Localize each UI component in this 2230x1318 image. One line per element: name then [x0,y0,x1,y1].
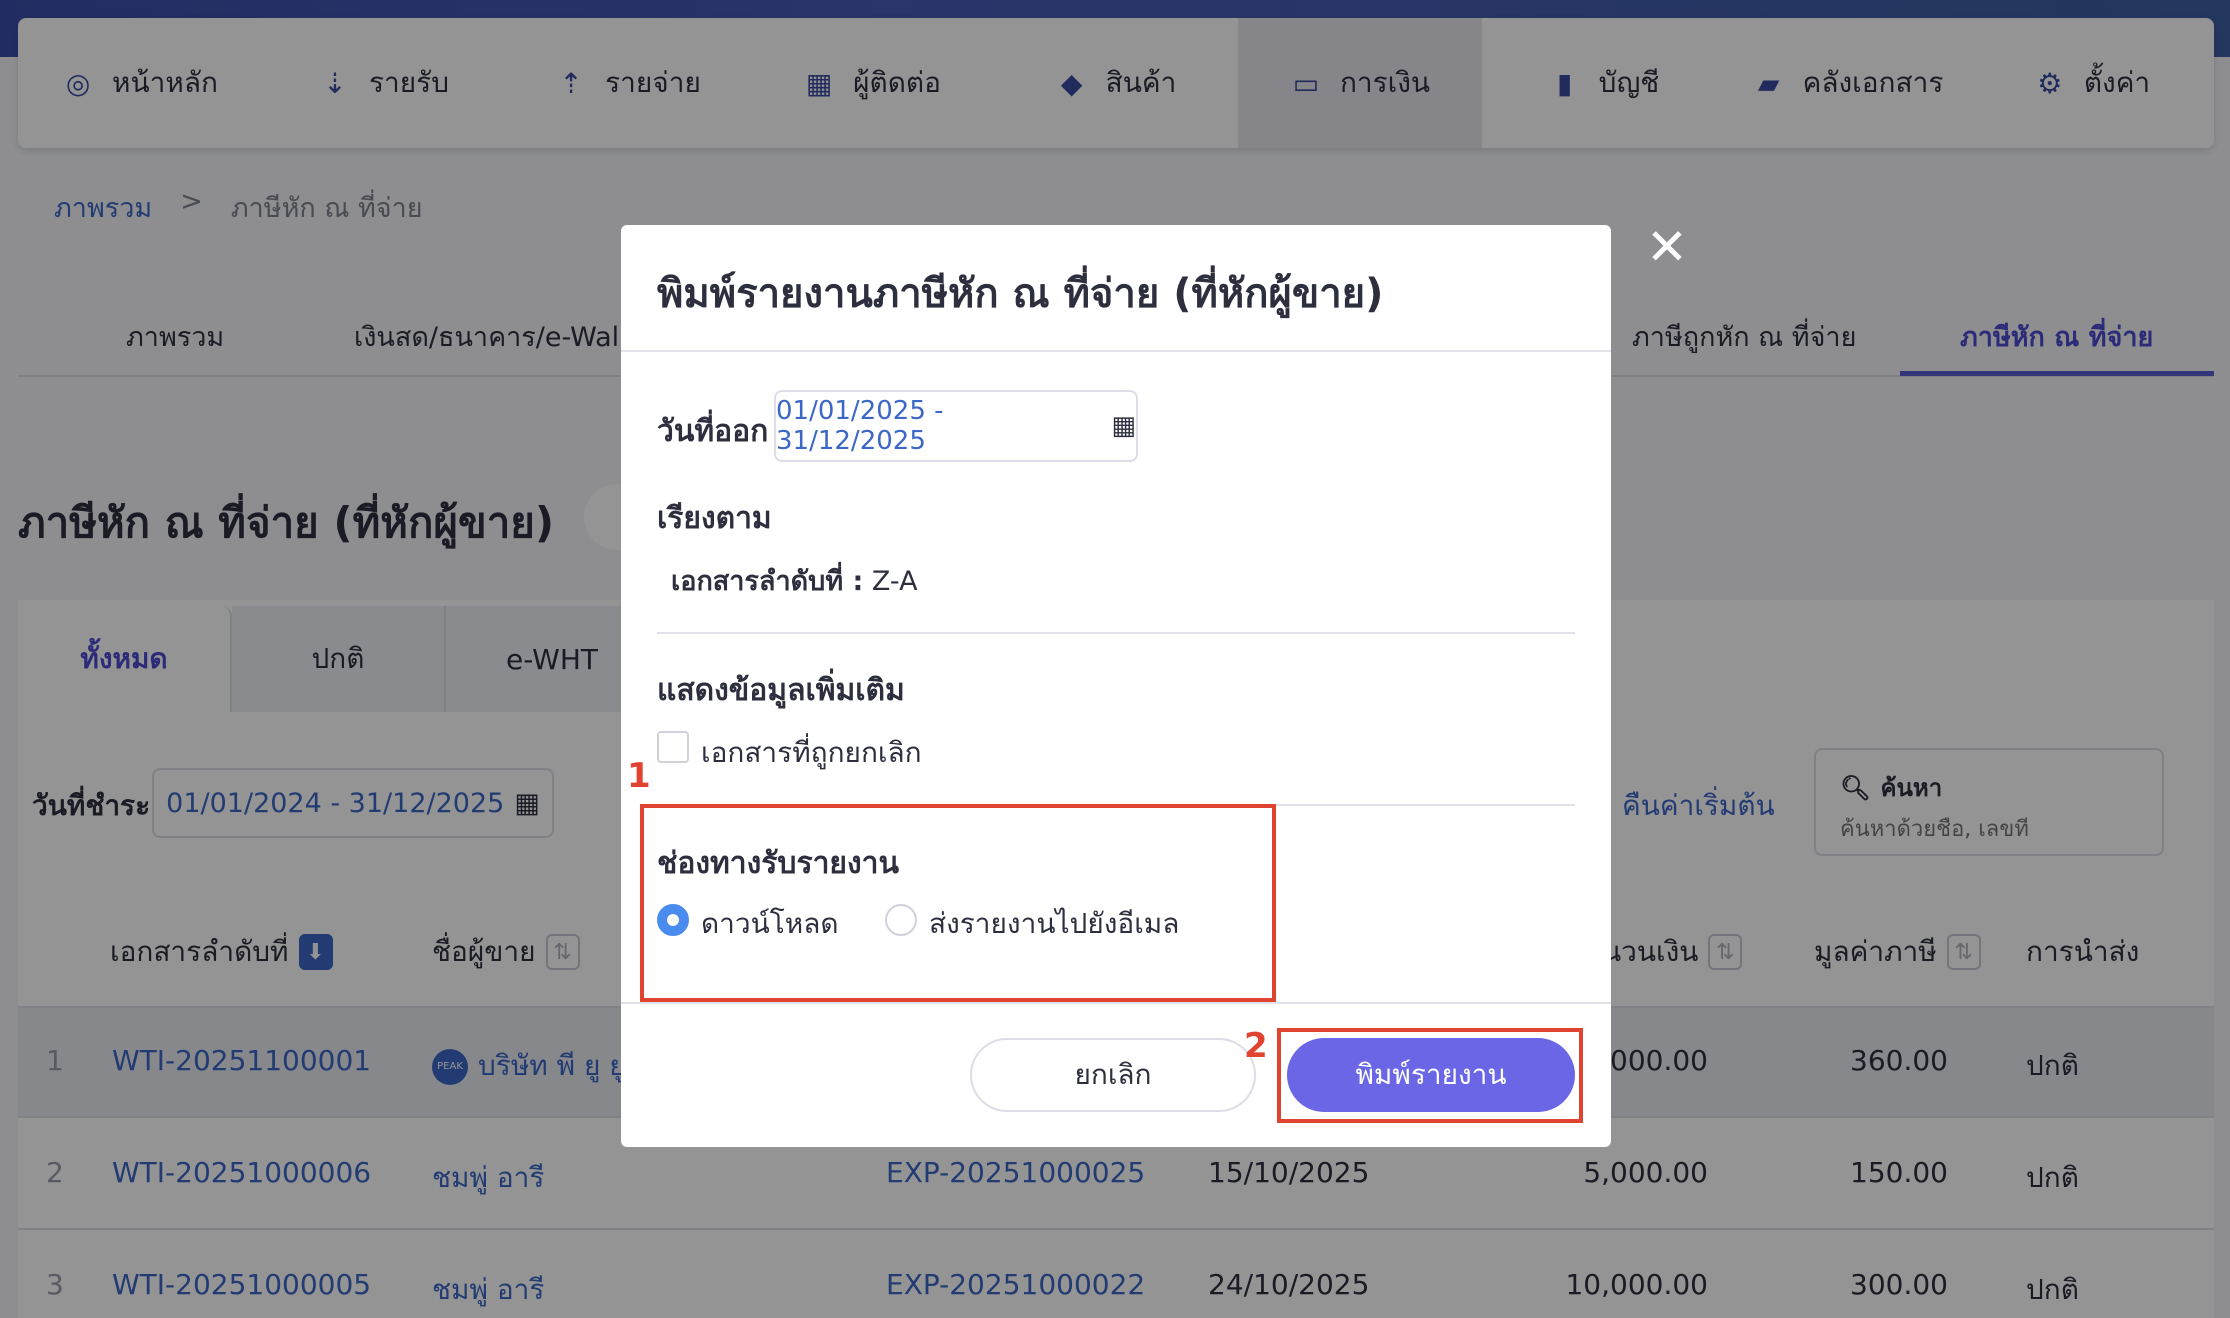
calendar-icon: ▦ [1111,411,1136,441]
modal-header-divider [621,350,1611,352]
issue-date-value: 01/01/2025 - 31/12/2025 [776,396,944,456]
sort-section-label: เรียงตาม [657,501,772,536]
callout-box-step1 [640,804,1276,1002]
cancelled-docs-label: เอกสารที่ถูกยกเลิก [701,736,922,769]
print-report-modal: พิมพ์รายงานภาษีหัก ณ ที่จ่าย (ที่หักผู้ข… [621,225,1611,1147]
callout-box-step2 [1277,1028,1583,1123]
section-divider [657,632,1575,634]
extra-info-label: แสดงข้อมูลเพิ่มเติม [657,673,905,708]
modal-title: พิมพ์รายงานภาษีหัก ณ ที่จ่าย (ที่หักผู้ข… [657,271,1384,317]
modal-footer-divider [621,1002,1611,1004]
sort-value: Z-A [871,566,918,597]
callout-number-2: 2 [1244,1026,1268,1066]
issue-date-picker[interactable]: 01/01/2025 - 31/12/2025 ▦ [774,390,1138,462]
close-icon[interactable]: ✕ [1642,222,1692,272]
issue-date-label: วันที่ออก [657,414,769,449]
cancelled-docs-checkbox[interactable] [657,731,689,763]
cancel-button[interactable]: ยกเลิก [970,1038,1256,1112]
sort-field-label: เอกสารลำดับที่ : [671,566,864,597]
sort-setting: เอกสารลำดับที่ : Z-A [671,559,918,602]
callout-number-1: 1 [627,756,651,796]
